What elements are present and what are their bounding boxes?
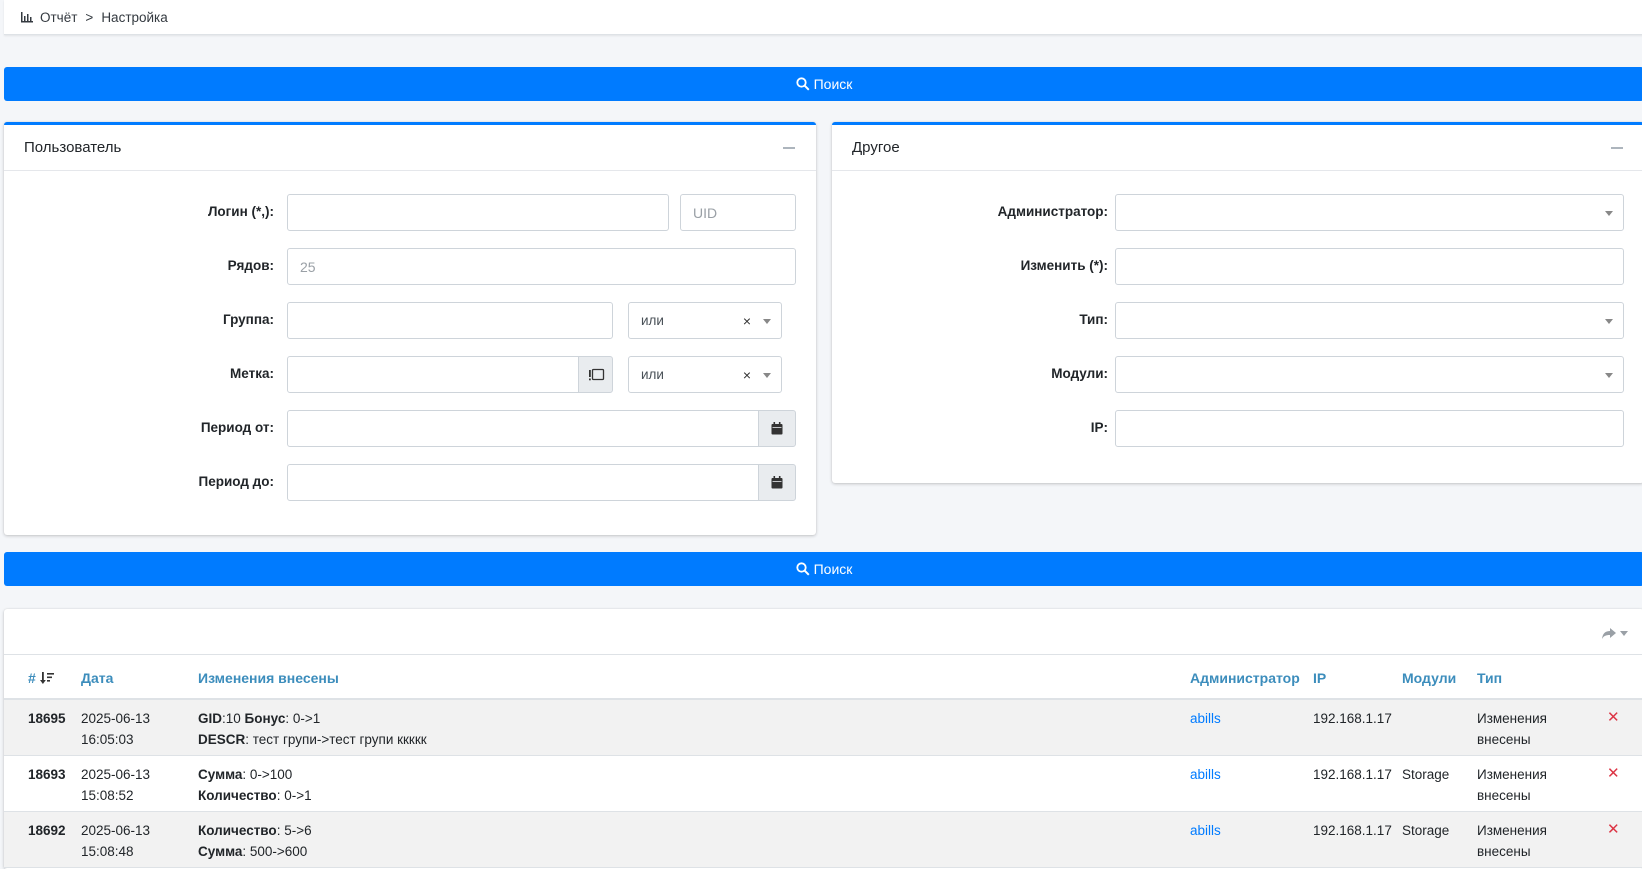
cell-id: 18692 [28, 823, 66, 838]
modules-select[interactable] [1115, 356, 1624, 393]
col-id[interactable]: # [28, 670, 54, 686]
type-select[interactable] [1115, 302, 1624, 339]
chevron-down-icon [763, 319, 771, 324]
other-panel: Другое Администратор: Изменить (*): Тип:… [832, 122, 1642, 483]
cell-ip: 192.168.1.17 [1313, 767, 1392, 782]
cell-date: 2025-06-13 15:08:48 [81, 823, 151, 859]
clear-icon[interactable]: × [743, 367, 751, 383]
sort-desc-icon [39, 672, 54, 684]
cell-admin-link[interactable]: abills [1190, 708, 1221, 729]
change-input[interactable] [1115, 248, 1624, 285]
type-label: Тип: [1079, 312, 1108, 327]
col-admin[interactable]: Администратор [1190, 670, 1300, 686]
table-row: 18693 2025-06-13 15:08:52 Сумма: 0->100 Ко… [4, 756, 1642, 812]
tag-input[interactable] [287, 356, 579, 393]
cell-changes: Количество: 5->6 Сумма: 500->600 [198, 823, 312, 859]
group-input[interactable] [287, 302, 613, 339]
rows-input[interactable]: 25 [287, 248, 796, 285]
cell-admin-link[interactable]: abills [1190, 764, 1221, 785]
share-button[interactable] [1601, 627, 1628, 640]
search-icon [795, 77, 810, 91]
calendar-icon [771, 422, 783, 435]
tag-button[interactable] [578, 356, 613, 393]
breadcrumb-current: Настройка [101, 9, 168, 25]
group-logic-select[interactable]: или × [628, 302, 782, 339]
table-header: # Дата Изменения внесены Администратор I… [4, 654, 1642, 700]
breadcrumb-root[interactable]: Отчёт [40, 10, 77, 25]
period-to-calendar-button[interactable] [758, 464, 796, 501]
modules-label: Модули: [1051, 366, 1108, 381]
bar-chart-icon [20, 10, 34, 24]
other-panel-title: Другое [852, 139, 900, 156]
period-from-input[interactable] [287, 410, 759, 447]
chevron-down-icon [1605, 373, 1613, 378]
table-row: 18692 2025-06-13 15:08:48 Количество: 5->… [4, 812, 1642, 868]
tag-logic-select[interactable]: или × [628, 356, 782, 393]
chevron-down-icon [1605, 319, 1613, 324]
change-label: Изменить (*): [1020, 258, 1108, 273]
cell-modules: Storage [1402, 823, 1450, 838]
cell-type: Изменения внесены [1477, 711, 1547, 747]
cell-changes: GID:10 Бонус: 0->1 DESCR: тест групи->тес… [198, 711, 427, 747]
user-panel: Пользователь Логин (*,): UID Рядов: 25 Г… [4, 122, 816, 535]
search-icon [795, 562, 810, 576]
cell-id: 18693 [28, 767, 66, 782]
col-ip[interactable]: IP [1313, 670, 1326, 686]
calendar-icon [771, 476, 783, 489]
search-button-label: Поиск [813, 561, 853, 577]
cell-admin-link[interactable]: abills [1190, 820, 1221, 841]
cell-type: Изменения внесены [1477, 823, 1547, 859]
chevron-down-icon [763, 373, 771, 378]
delete-icon[interactable]: ✕ [1607, 708, 1620, 726]
period-from-calendar-button[interactable] [758, 410, 796, 447]
breadcrumb: Отчёт > Настройка [4, 0, 1642, 35]
login-label: Логин (*,): [207, 204, 274, 219]
group-label: Группа: [222, 312, 274, 327]
results-table: # Дата Изменения внесены Администратор I… [4, 609, 1642, 869]
cell-changes: Сумма: 0->100 Количество: 0->1 [198, 767, 312, 803]
ip-label: IP: [1090, 420, 1108, 435]
ip-input[interactable] [1115, 410, 1624, 447]
search-button-top[interactable]: Поиск [4, 67, 1642, 101]
group-logic-value: или [641, 313, 664, 328]
cell-modules: Storage [1402, 767, 1450, 782]
collapse-icon[interactable] [1610, 141, 1624, 155]
cell-date: 2025-06-13 15:08:52 [81, 767, 151, 803]
tag-icon [588, 368, 604, 380]
user-panel-title: Пользователь [24, 139, 122, 156]
breadcrumb-separator: > [85, 9, 94, 25]
chevron-down-icon [1620, 631, 1628, 636]
admin-label: Администратор: [997, 204, 1108, 219]
uid-input[interactable]: UID [680, 194, 796, 231]
chevron-down-icon [1605, 211, 1613, 216]
tag-label: Метка: [230, 366, 274, 381]
cell-type: Изменения внесены [1477, 767, 1547, 803]
cell-ip: 192.168.1.17 [1313, 823, 1392, 838]
cell-date: 2025-06-13 16:05:03 [81, 711, 151, 747]
col-date[interactable]: Дата [81, 670, 113, 686]
collapse-icon[interactable] [782, 141, 796, 155]
period-to-input[interactable] [287, 464, 759, 501]
admin-select[interactable] [1115, 194, 1624, 231]
delete-icon[interactable]: ✕ [1607, 764, 1620, 782]
table-row: 18695 2025-06-13 16:05:03 GID:10 Бонус: 0… [4, 700, 1642, 756]
period-to-label: Период до: [198, 474, 274, 489]
period-from-label: Период от: [200, 420, 274, 435]
cell-ip: 192.168.1.17 [1313, 711, 1392, 726]
search-button-bottom[interactable]: Поиск [4, 552, 1642, 586]
search-button-label: Поиск [813, 76, 853, 92]
login-input[interactable] [287, 194, 669, 231]
rows-label: Рядов: [227, 258, 274, 273]
cell-id: 18695 [28, 711, 66, 726]
col-changes[interactable]: Изменения внесены [198, 670, 339, 686]
delete-icon[interactable]: ✕ [1607, 820, 1620, 838]
col-modules[interactable]: Модули [1402, 670, 1456, 686]
tag-logic-value: или [641, 367, 664, 382]
clear-icon[interactable]: × [743, 313, 751, 329]
col-type[interactable]: Тип [1477, 670, 1502, 686]
share-icon [1602, 628, 1616, 639]
